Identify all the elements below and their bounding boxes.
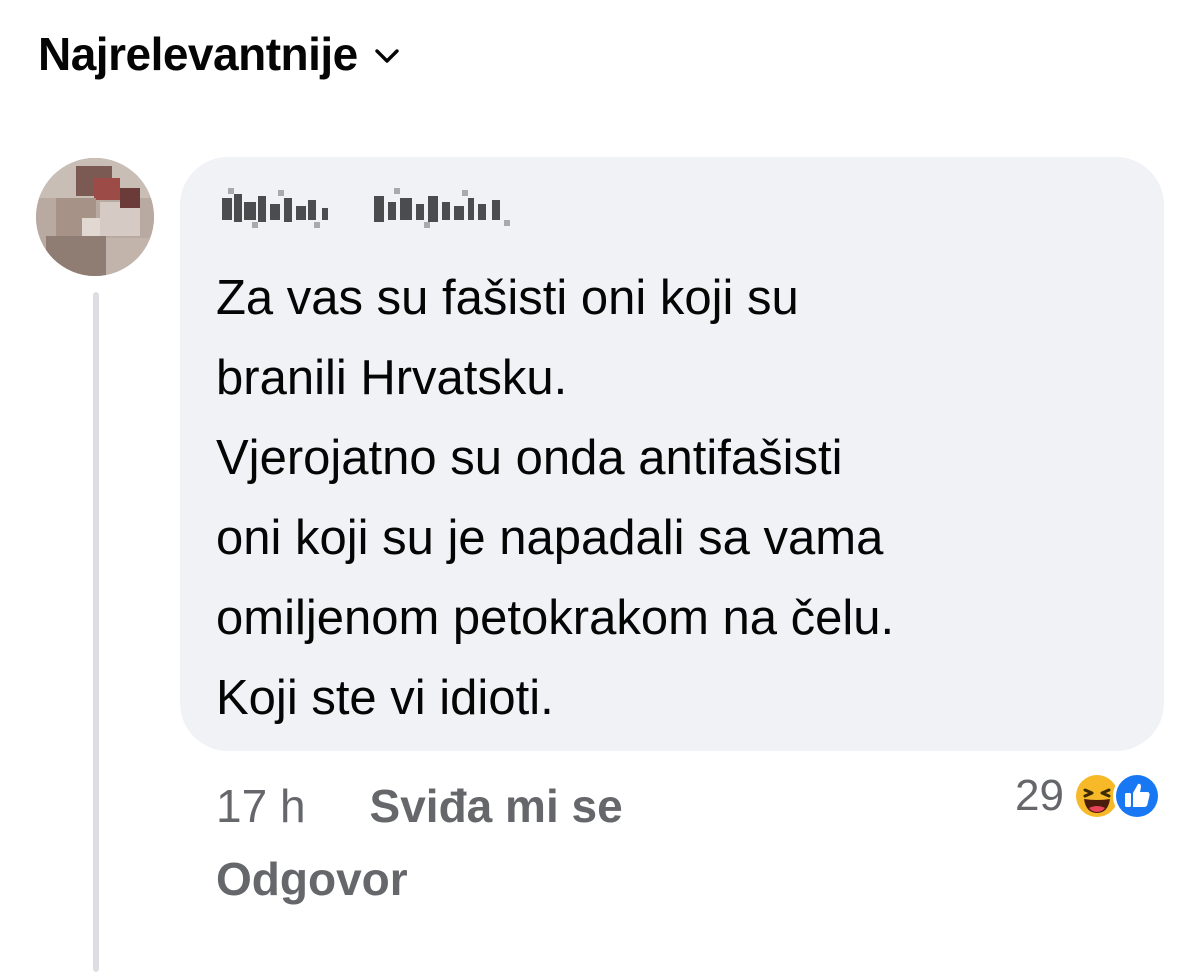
sort-label: Najrelevantnije bbox=[38, 28, 358, 80]
like-thumb-icon bbox=[1113, 772, 1161, 820]
comment-line: Koji ste vi idioti. bbox=[216, 671, 554, 725]
comment-text: Za vas su fašisti oni koji su branili Hr… bbox=[216, 258, 1146, 738]
comment-actions: 17 h Sviđa mi se bbox=[216, 774, 623, 838]
comment-line: omiljenom petokrakom na čelu. bbox=[216, 591, 895, 645]
comment-line: oni koji su je napadali sa vama bbox=[216, 511, 884, 565]
comment-sort-dropdown[interactable]: Najrelevantnije bbox=[38, 22, 402, 86]
comment-line: Za vas su fašisti oni koji su bbox=[216, 271, 799, 325]
avatar[interactable] bbox=[36, 158, 154, 276]
comment-line: Vjerojatno su onda antifašisti bbox=[216, 431, 843, 485]
comment-line: branili Hrvatsku. bbox=[216, 351, 568, 405]
reply-button[interactable]: Odgovor bbox=[216, 852, 408, 906]
like-button[interactable]: Sviđa mi se bbox=[370, 779, 623, 833]
blurred-avatar-image bbox=[36, 158, 154, 276]
redacted-name-pixels bbox=[222, 188, 510, 228]
author-name-redacted[interactable] bbox=[218, 180, 518, 238]
reaction-count: 29 bbox=[1015, 771, 1064, 820]
reaction-summary[interactable]: 29 bbox=[1015, 764, 1162, 828]
reply-thread-line bbox=[93, 292, 99, 972]
chevron-down-icon bbox=[375, 49, 399, 63]
comment-timestamp[interactable]: 17 h bbox=[216, 779, 306, 833]
